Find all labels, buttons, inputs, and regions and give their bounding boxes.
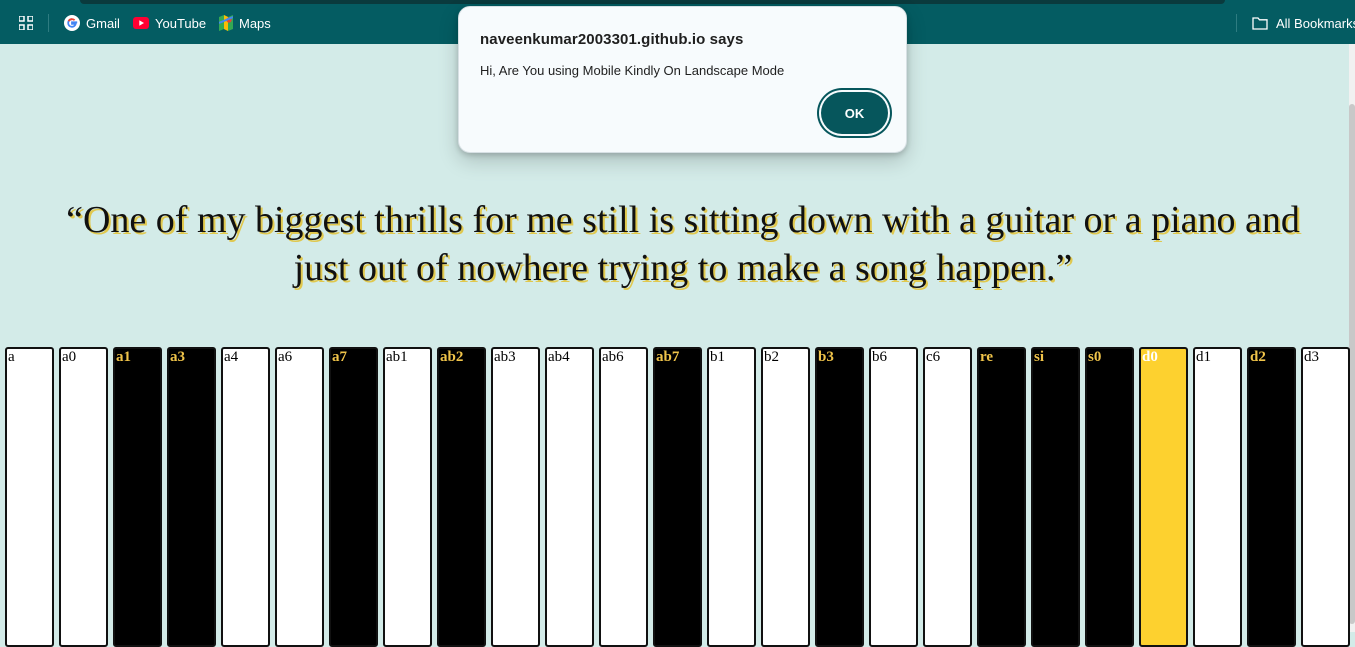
youtube-icon [133, 17, 149, 29]
piano-key-label: ab1 [386, 349, 408, 365]
quote-text: “One of my biggest thrills for me still … [0, 196, 1355, 292]
piano-key[interactable]: a7 [329, 347, 378, 647]
piano-key-label: b6 [872, 349, 887, 365]
bookmark-label: Maps [239, 15, 271, 31]
piano-key[interactable]: d0 [1139, 347, 1188, 647]
piano-key-label: re [980, 349, 994, 365]
maps-icon [219, 15, 233, 31]
piano-key-label: ab3 [494, 349, 516, 365]
piano-key[interactable]: a4 [221, 347, 270, 647]
piano-key-label: c6 [926, 349, 941, 365]
piano-key[interactable]: ab7 [653, 347, 702, 647]
folder-icon [1252, 16, 1268, 30]
piano-key-label: ab6 [602, 349, 624, 365]
google-icon [64, 15, 80, 31]
piano-key[interactable]: a0 [59, 347, 108, 647]
piano-key-label: s0 [1088, 349, 1102, 365]
bookmark-youtube[interactable]: YouTube [133, 14, 206, 32]
piano-key[interactable]: a [5, 347, 54, 647]
piano-key-label: ab2 [440, 349, 464, 365]
quote-line-2: just out of nowhere trying to make a son… [293, 247, 1073, 289]
piano-key[interactable]: si [1031, 347, 1080, 647]
tab-strip-edge [80, 0, 1225, 4]
piano-key-label: ab4 [548, 349, 570, 365]
bookmark-gmail[interactable]: Gmail [64, 14, 120, 32]
piano-key-label: b2 [764, 349, 779, 365]
piano-key[interactable]: s0 [1085, 347, 1134, 647]
piano-key[interactable]: d1 [1193, 347, 1242, 647]
piano-key[interactable]: b3 [815, 347, 864, 647]
piano-key-label: d3 [1304, 349, 1319, 365]
bookmarks-divider [1236, 14, 1237, 32]
piano-key[interactable]: ab1 [383, 347, 432, 647]
apps-grid-icon[interactable] [19, 16, 33, 30]
dialog-title: naveenkumar2003301.github.io says [480, 31, 744, 48]
ok-button[interactable]: OK [821, 92, 888, 134]
piano-key[interactable]: ab4 [545, 347, 594, 647]
piano-key[interactable]: ab6 [599, 347, 648, 647]
piano-key-label: a3 [170, 349, 185, 365]
alert-dialog: naveenkumar2003301.github.io says Hi, Ar… [458, 6, 907, 153]
piano-key-label: a [8, 349, 15, 365]
piano-key-label: ab7 [656, 349, 680, 365]
piano-key-label: a4 [224, 349, 239, 365]
piano-key[interactable]: a6 [275, 347, 324, 647]
piano-key-label: a1 [116, 349, 131, 365]
quote-line-1: “One of my biggest thrills for me still … [66, 199, 1300, 241]
piano-key[interactable]: ab3 [491, 347, 540, 647]
all-bookmarks-button[interactable]: All Bookmarks [1252, 14, 1355, 32]
piano-key-label: a0 [62, 349, 77, 365]
bookmark-label: YouTube [155, 15, 207, 31]
piano-key-label: a6 [278, 349, 293, 365]
piano-key[interactable]: a3 [167, 347, 216, 647]
dialog-message: Hi, Are You using Mobile Kindly On Lands… [480, 63, 785, 78]
piano-key-label: b1 [710, 349, 725, 365]
bookmark-maps[interactable]: Maps [219, 14, 271, 32]
piano-key[interactable]: d2 [1247, 347, 1296, 647]
piano-key[interactable]: d3 [1301, 347, 1350, 647]
all-bookmarks-label: All Bookmarks [1276, 15, 1355, 31]
piano-key[interactable]: ab2 [437, 347, 486, 647]
piano-key[interactable]: b2 [761, 347, 810, 647]
piano-key[interactable]: b6 [869, 347, 918, 647]
piano-key-label: si [1034, 349, 1045, 365]
piano-key[interactable]: re [977, 347, 1026, 647]
piano-key-label: a7 [332, 349, 347, 365]
piano-key[interactable]: c6 [923, 347, 972, 647]
bookmark-label: Gmail [86, 15, 120, 31]
piano-key-label: d2 [1250, 349, 1266, 365]
piano-key-label: d1 [1196, 349, 1211, 365]
piano-key[interactable]: a1 [113, 347, 162, 647]
bookmarks-divider [48, 14, 49, 32]
piano-key[interactable]: b1 [707, 347, 756, 647]
piano-key-label: d0 [1142, 349, 1158, 365]
piano-key-label: b3 [818, 349, 834, 365]
